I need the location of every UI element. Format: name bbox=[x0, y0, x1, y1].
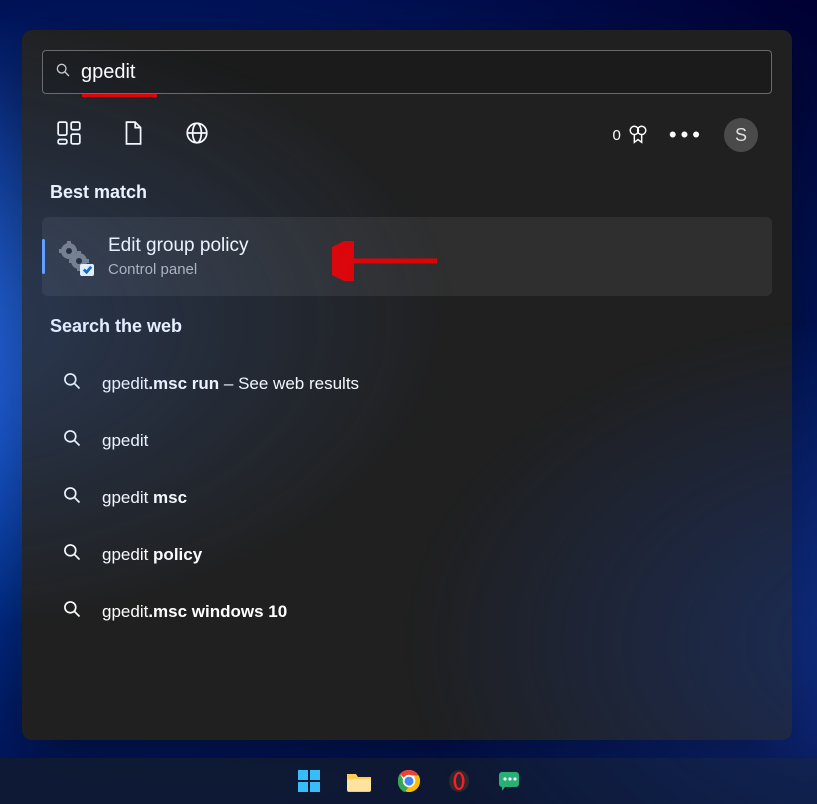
apps-filter-icon[interactable] bbox=[56, 120, 82, 151]
best-match-result[interactable]: Edit group policy Control panel bbox=[42, 217, 772, 296]
rewards-badge[interactable]: 0 bbox=[613, 124, 649, 146]
search-icon bbox=[62, 542, 82, 567]
search-box[interactable] bbox=[42, 50, 772, 94]
web-result-item[interactable]: gpedit.msc windows 10 bbox=[42, 583, 772, 640]
documents-filter-icon[interactable] bbox=[120, 120, 146, 151]
taskbar bbox=[0, 758, 817, 804]
best-match-subtitle: Control panel bbox=[108, 261, 248, 278]
search-icon bbox=[55, 62, 71, 83]
avatar-initial: S bbox=[735, 125, 747, 146]
file-explorer-icon[interactable] bbox=[345, 767, 373, 795]
gear-icon bbox=[58, 240, 92, 274]
search-icon bbox=[62, 371, 82, 396]
search-icon bbox=[62, 599, 82, 624]
chrome-icon[interactable] bbox=[395, 767, 423, 795]
filter-row: 0 ••• S bbox=[42, 94, 772, 162]
search-icon bbox=[62, 428, 82, 453]
annotation-arrow bbox=[332, 241, 442, 286]
web-filter-icon[interactable] bbox=[184, 120, 210, 151]
search-input[interactable] bbox=[81, 61, 759, 84]
web-result-item[interactable]: gpedit bbox=[42, 412, 772, 469]
more-options-button[interactable]: ••• bbox=[669, 122, 704, 148]
opera-icon[interactable] bbox=[445, 767, 473, 795]
search-panel: 0 ••• S Best match Edit group policy Con… bbox=[22, 30, 792, 740]
start-button[interactable] bbox=[295, 767, 323, 795]
search-web-heading: Search the web bbox=[42, 296, 772, 351]
chat-app-icon[interactable] bbox=[495, 767, 523, 795]
best-match-title: Edit group policy bbox=[108, 235, 248, 257]
shield-check-badge bbox=[80, 264, 94, 276]
user-avatar[interactable]: S bbox=[724, 118, 758, 152]
rewards-count: 0 bbox=[613, 127, 621, 144]
web-result-item[interactable]: gpedit msc bbox=[42, 469, 772, 526]
web-results-list: gpedit.msc run – See web results gpedit … bbox=[42, 355, 772, 640]
annotation-underline bbox=[82, 94, 157, 97]
web-result-item[interactable]: gpedit.msc run – See web results bbox=[42, 355, 772, 412]
web-result-item[interactable]: gpedit policy bbox=[42, 526, 772, 583]
best-match-heading: Best match bbox=[42, 162, 772, 217]
search-icon bbox=[62, 485, 82, 510]
